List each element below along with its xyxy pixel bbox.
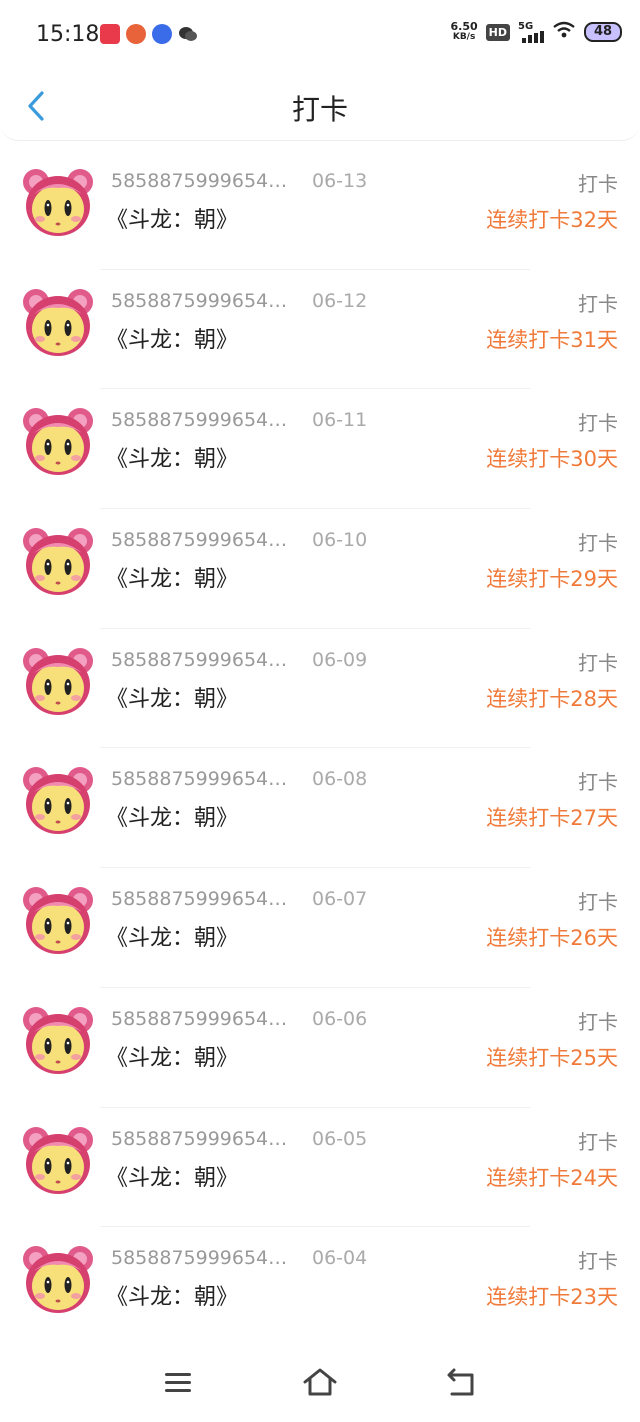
checkin-date: 06-06: [312, 1007, 368, 1030]
checkin-tag: 打卡: [578, 650, 618, 675]
system-nav-bar: [0, 1345, 640, 1422]
user-id: 5858875999654…: [111, 1247, 288, 1270]
checkin-list-item[interactable]: 5858875999654… 06-05 《斗龙：朝》 打卡 连续打卡24天: [0, 1108, 640, 1228]
checkin-list: 5858875999654… 06-13 《斗龙：朝》 打卡 连续打卡32天 5…: [0, 150, 640, 1347]
checkin-list-item[interactable]: 5858875999654… 06-09 《斗龙：朝》 打卡 连续打卡28天: [0, 629, 640, 749]
book-title: 《斗龙：朝》: [106, 806, 239, 832]
avatar[interactable]: [22, 762, 94, 836]
checkin-list-item[interactable]: 5858875999654… 06-04 《斗龙：朝》 打卡 连续打卡23天: [0, 1227, 640, 1347]
checkin-list-item[interactable]: 5858875999654… 06-06 《斗龙：朝》 打卡 连续打卡25天: [0, 988, 640, 1108]
checkin-date: 06-04: [312, 1247, 368, 1270]
checkin-tag: 打卡: [578, 890, 618, 915]
user-id: 5858875999654…: [111, 768, 288, 791]
menu-icon: [165, 1373, 191, 1392]
streak-count: 连续打卡30天: [486, 447, 618, 472]
user-id: 5858875999654…: [111, 888, 288, 911]
checkin-tag: 打卡: [578, 770, 618, 795]
status-bar: 15:18 6.50 KB/s HD 5G 48: [0, 0, 640, 70]
avatar[interactable]: [22, 1122, 94, 1196]
streak-count: 连续打卡26天: [486, 926, 618, 951]
top-bar: 打卡: [0, 70, 640, 141]
streak-count: 连续打卡32天: [486, 208, 618, 232]
wechat-icon: [178, 24, 198, 44]
checkin-list-item[interactable]: 5858875999654… 06-11 《斗龙：朝》 打卡 连续打卡30天: [0, 389, 640, 510]
baidu-icon: [152, 24, 172, 44]
book-title: 《斗龙：朝》: [106, 567, 239, 593]
menu-button[interactable]: [160, 1367, 196, 1399]
avatar[interactable]: [22, 403, 94, 477]
streak-count: 连续打卡31天: [486, 327, 618, 352]
user-id: 5858875999654…: [111, 1127, 288, 1150]
book-title: 《斗龙：朝》: [106, 1165, 239, 1191]
book-title: 《斗龙：朝》: [106, 686, 239, 712]
book-title: 《斗龙：朝》: [106, 208, 239, 233]
checkin-date: 06-05: [312, 1127, 368, 1150]
checkin-list-item[interactable]: 5858875999654… 06-08 《斗龙：朝》 打卡 连续打卡27天: [0, 748, 640, 869]
streak-count: 连续打卡29天: [486, 567, 618, 592]
home-button[interactable]: [302, 1367, 338, 1399]
streak-count: 连续打卡24天: [486, 1165, 618, 1190]
user-id: 5858875999654…: [111, 289, 288, 312]
avatar[interactable]: [22, 882, 94, 956]
checkin-tag: 打卡: [578, 172, 618, 196]
orange-app-icon: [126, 24, 146, 44]
checkin-tag: 打卡: [578, 1249, 618, 1274]
back-icon: [447, 1368, 474, 1396]
book-title: 《斗龙：朝》: [106, 447, 239, 473]
user-id: 5858875999654…: [111, 170, 288, 192]
checkin-list-item[interactable]: 5858875999654… 06-07 《斗龙：朝》 打卡 连续打卡26天: [0, 868, 640, 988]
checkin-date: 06-12: [312, 289, 368, 312]
streak-count: 连续打卡28天: [486, 686, 618, 711]
hd-icon: HD: [485, 23, 510, 41]
avatar[interactable]: [22, 523, 94, 597]
checkin-tag: 打卡: [578, 531, 618, 556]
streak-count: 连续打卡27天: [486, 806, 618, 831]
wifi-icon: [552, 20, 576, 44]
user-id: 5858875999654…: [111, 529, 288, 552]
checkin-list-item[interactable]: 5858875999654… 06-10 《斗龙：朝》 打卡 连续打卡29天: [0, 509, 640, 629]
book-title: 《斗龙：朝》: [106, 327, 239, 353]
signal-icon: 5G: [518, 21, 544, 43]
user-id: 5858875999654…: [111, 409, 288, 432]
streak-count: 连续打卡25天: [486, 1045, 618, 1070]
checkin-tag: 打卡: [578, 291, 618, 316]
status-indicators: 6.50 KB/s HD 5G 48: [451, 20, 622, 44]
checkin-list-item[interactable]: 5858875999654… 06-12 《斗龙：朝》 打卡 连续打卡31天: [0, 270, 640, 390]
avatar[interactable]: [22, 1241, 94, 1315]
page-title: 打卡: [291, 93, 348, 126]
home-icon: [303, 1368, 337, 1396]
checkin-tag: 打卡: [578, 1129, 618, 1154]
user-id: 5858875999654…: [111, 648, 288, 671]
status-time: 15:18: [36, 22, 100, 47]
checkin-date: 06-13: [312, 170, 368, 192]
book-title: 《斗龙：朝》: [106, 1045, 239, 1071]
book-title: 《斗龙：朝》: [106, 926, 239, 952]
notification-icons: [100, 24, 198, 44]
checkin-date: 06-09: [312, 648, 368, 671]
network-speed-unit: KB/s: [452, 32, 476, 42]
checkin-tag: 打卡: [578, 411, 618, 436]
network-speed-value: 6.50: [450, 20, 478, 33]
battery-icon: 48: [584, 22, 622, 42]
checkin-date: 06-08: [312, 768, 368, 791]
checkin-date: 06-10: [312, 529, 368, 552]
avatar[interactable]: [22, 643, 94, 717]
checkin-date: 06-07: [312, 888, 368, 911]
book-title: 《斗龙：朝》: [106, 1285, 239, 1311]
red-app-icon: [100, 24, 120, 44]
checkin-list-item[interactable]: 5858875999654… 06-13 《斗龙：朝》 打卡 连续打卡32天: [0, 150, 640, 270]
user-id: 5858875999654…: [111, 1007, 288, 1030]
streak-count: 连续打卡23天: [486, 1285, 618, 1310]
back-nav-button[interactable]: [444, 1367, 480, 1399]
checkin-tag: 打卡: [578, 1009, 618, 1034]
avatar[interactable]: [22, 164, 94, 238]
checkin-date: 06-11: [312, 409, 368, 432]
avatar[interactable]: [22, 284, 94, 358]
network-speed: 6.50 KB/s: [451, 21, 478, 43]
avatar[interactable]: [22, 1002, 94, 1076]
